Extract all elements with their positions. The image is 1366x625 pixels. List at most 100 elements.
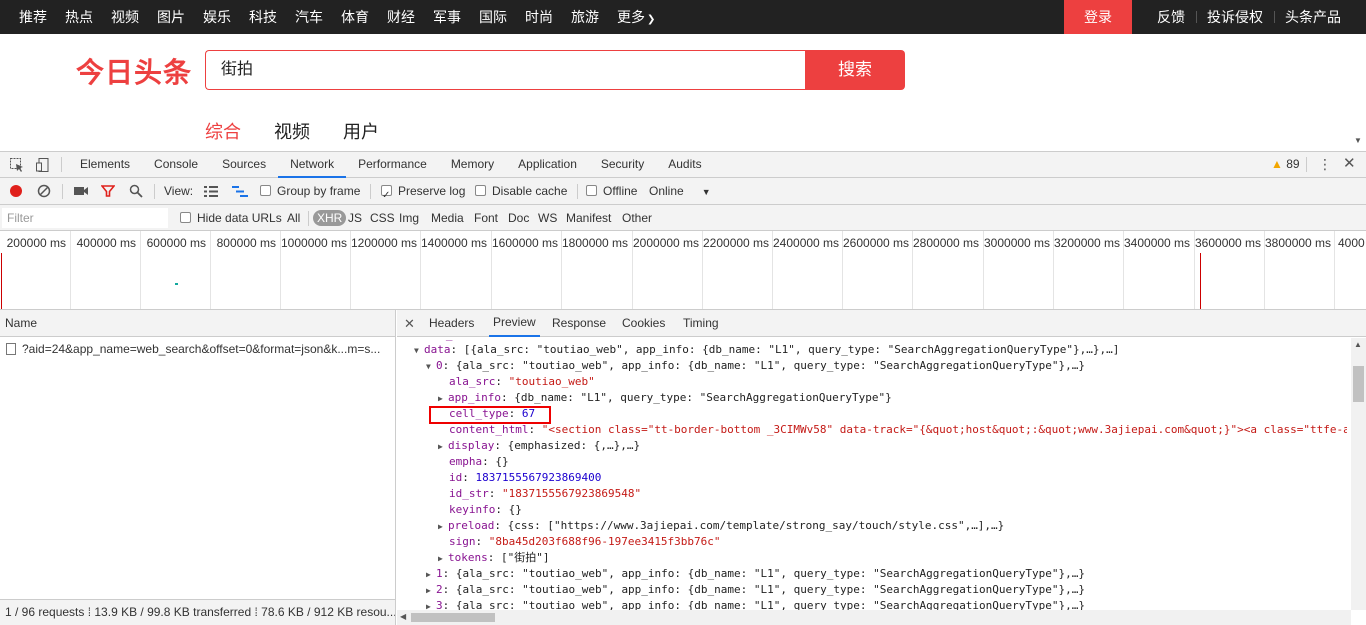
- json-row-display[interactable]: ▶ display: {emphasized: {,…},…}: [438, 438, 640, 454]
- nav-item-international[interactable]: 国际: [470, 0, 516, 34]
- nav-item-fashion[interactable]: 时尚: [516, 0, 562, 34]
- feedback-link[interactable]: 反馈: [1146, 0, 1196, 34]
- right-links: 反馈 投诉侵权 头条产品: [1146, 0, 1352, 34]
- hide-data-urls-checkbox[interactable]: Hide data URLs: [180, 205, 282, 231]
- search-icon[interactable]: [129, 184, 143, 198]
- filter-type-other[interactable]: Other: [622, 205, 652, 231]
- json-preview-tree: cur_ts: 1559774326 ▼data: [{ala_src: "to…: [397, 338, 1347, 610]
- filter-input[interactable]: Filter: [2, 208, 168, 228]
- vertical-scroll-thumb[interactable]: [1353, 366, 1364, 402]
- json-row-empha: empha: {}: [449, 455, 509, 468]
- scroll-left-arrow-icon[interactable]: ◀: [400, 612, 406, 621]
- json-row-item-2[interactable]: ▶ 2: {ala_src: "toutiao_web", app_info: {…: [426, 582, 1085, 598]
- filter-type-doc[interactable]: Doc: [508, 205, 529, 231]
- tab-audits[interactable]: Audits: [656, 152, 713, 178]
- expanded-triangle-icon: ▼: [414, 346, 419, 355]
- nav-item-hot[interactable]: 热点: [56, 0, 102, 34]
- tab-cookies[interactable]: Cookies: [622, 310, 665, 337]
- filter-icon[interactable]: [101, 184, 115, 198]
- tab-timing[interactable]: Timing: [683, 310, 719, 337]
- screenshot-icon[interactable]: [73, 185, 89, 197]
- expanded-triangle-icon: ▼: [426, 362, 431, 371]
- filter-type-media[interactable]: Media: [431, 205, 464, 231]
- filter-type-manifest[interactable]: Manifest: [566, 205, 611, 231]
- filter-type-img[interactable]: Img: [399, 205, 419, 231]
- filter-type-xhr[interactable]: XHR: [313, 210, 347, 226]
- json-row-tokens[interactable]: ▶ tokens: ["街拍"]: [438, 550, 550, 566]
- nav-item-recommend[interactable]: 推荐: [10, 0, 56, 34]
- products-link[interactable]: 头条产品: [1274, 0, 1352, 34]
- offline-checkbox[interactable]: Offline: [586, 178, 637, 204]
- nav-item-more[interactable]: 更多 ❯: [608, 0, 664, 34]
- more-options-icon[interactable]: ⋮: [1318, 155, 1332, 173]
- throttling-select[interactable]: Online ▼: [649, 178, 711, 205]
- close-icon[interactable]: ✕: [1343, 155, 1356, 173]
- disable-cache-label: Disable cache: [492, 184, 568, 198]
- horizontal-scrollbar[interactable]: ◀: [397, 610, 1351, 625]
- filter-type-font[interactable]: Font: [474, 205, 498, 231]
- tab-console[interactable]: Console: [142, 152, 210, 178]
- collapsed-triangle-icon: ▶: [426, 602, 431, 610]
- large-rows-icon[interactable]: [204, 186, 218, 197]
- tab-application[interactable]: Application: [506, 152, 589, 178]
- waterfall-overview-icon[interactable]: [232, 186, 248, 197]
- tab-sources[interactable]: Sources: [210, 152, 278, 178]
- tab-headers[interactable]: Headers: [429, 310, 474, 337]
- collapsed-triangle-icon: ▶: [438, 442, 443, 451]
- report-infringement-link[interactable]: 投诉侵权: [1196, 0, 1274, 34]
- tab-video[interactable]: 视频: [274, 118, 310, 144]
- network-overview-timeline[interactable]: 200000 ms 400000 ms 600000 ms 800000 ms …: [0, 231, 1366, 310]
- search-button[interactable]: 搜索: [805, 50, 905, 90]
- login-button[interactable]: 登录: [1064, 0, 1132, 34]
- nav-item-sports[interactable]: 体育: [332, 0, 378, 34]
- tab-preview[interactable]: Preview: [489, 310, 540, 337]
- search-input[interactable]: 街拍: [205, 50, 805, 90]
- filter-type-css[interactable]: CSS: [370, 205, 395, 231]
- scroll-up-arrow-icon[interactable]: ▲: [1354, 340, 1362, 349]
- json-row-item-0[interactable]: ▼ 0: {ala_src: "toutiao_web", app_info: {…: [426, 358, 1085, 374]
- json-row-item-1[interactable]: ▶ 1: {ala_src: "toutiao_web", app_info: {…: [426, 566, 1085, 582]
- tab-security[interactable]: Security: [589, 152, 656, 178]
- record-icon[interactable]: [9, 184, 23, 198]
- tab-memory[interactable]: Memory: [439, 152, 506, 178]
- json-row-preload[interactable]: ▶ preload: {css: ["https://www.3ajiepai.c…: [438, 518, 1004, 534]
- nav-item-tech[interactable]: 科技: [240, 0, 286, 34]
- request-row[interactable]: ?aid=24&app_name=web_search&offset=0&for…: [0, 339, 395, 359]
- scroll-down-arrow-icon[interactable]: ▼: [1354, 136, 1362, 145]
- device-toolbar-icon[interactable]: [35, 157, 51, 173]
- filter-type-js[interactable]: JS: [348, 205, 362, 231]
- dom-content-loaded-marker: [1, 253, 2, 309]
- nav-item-entertainment[interactable]: 娱乐: [194, 0, 240, 34]
- nav-item-video[interactable]: 视频: [102, 0, 148, 34]
- filter-type-ws[interactable]: WS: [538, 205, 557, 231]
- nav-item-car[interactable]: 汽车: [286, 0, 332, 34]
- tab-network[interactable]: Network: [278, 152, 347, 178]
- nav-item-finance[interactable]: 财经: [378, 0, 424, 34]
- tab-response[interactable]: Response: [552, 310, 606, 337]
- close-detail-icon[interactable]: ✕: [404, 310, 415, 337]
- preserve-log-checkbox[interactable]: Preserve log: [381, 178, 465, 209]
- json-row-data[interactable]: ▼ data: [{ala_src: "toutiao_web", app_inf…: [414, 342, 1119, 358]
- clear-icon[interactable]: [37, 184, 51, 198]
- site-logo[interactable]: 今日头条: [76, 51, 192, 91]
- json-row-id-str: id_str: "1837155567923869548": [449, 487, 642, 500]
- nav-item-military[interactable]: 军事: [424, 0, 470, 34]
- horizontal-scroll-thumb[interactable]: [411, 613, 495, 622]
- nav-item-image[interactable]: 图片: [148, 0, 194, 34]
- tab-elements[interactable]: Elements: [68, 152, 142, 178]
- warning-counter[interactable]: ▲ 89: [1271, 157, 1300, 171]
- tab-users[interactable]: 用户: [343, 118, 379, 144]
- nav-item-travel[interactable]: 旅游: [562, 0, 608, 34]
- tab-performance[interactable]: Performance: [346, 152, 439, 178]
- inspect-element-icon[interactable]: [9, 157, 25, 173]
- disable-cache-checkbox[interactable]: Disable cache: [475, 178, 567, 204]
- vertical-scrollbar[interactable]: ▲: [1351, 338, 1366, 610]
- filter-type-all[interactable]: All: [287, 205, 300, 231]
- group-by-frame-checkbox[interactable]: Group by frame: [260, 178, 360, 204]
- name-column-header[interactable]: Name: [0, 310, 395, 337]
- tab-comprehensive[interactable]: 综合: [205, 118, 241, 144]
- json-row-app-info[interactable]: ▶ app_info: {db_name: "L1", query_type: "…: [438, 390, 892, 406]
- timeline-tick: 1400000 ms: [421, 231, 492, 309]
- timeline-tick: 2800000 ms: [913, 231, 984, 309]
- json-row-item-3[interactable]: ▶ 3: {ala_src: "toutiao_web", app_info: {…: [426, 598, 1085, 610]
